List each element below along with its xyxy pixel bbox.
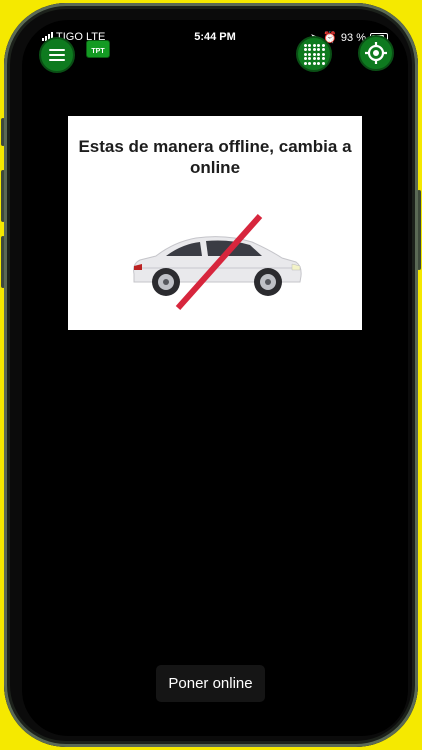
offline-notice-card: Estas de manera offline, cambia a online [68,116,362,330]
tpt-badge-label: TPT [91,48,105,55]
app-screen: TIGO LTE 5:44 PM ➤ ⏰ 93 % TPT [22,20,408,736]
tpt-badge: TPT [86,40,110,58]
dot-grid-button[interactable] [296,36,332,72]
menu-button[interactable] [39,37,75,73]
car-crossed-out-icon [133,214,302,310]
go-online-button[interactable]: Poner online [156,665,265,702]
phone-frame: TIGO LTE 5:44 PM ➤ ⏰ 93 % TPT [4,3,418,747]
offline-message: Estas de manera offline, cambia a online [78,137,352,177]
locate-button[interactable] [358,35,394,71]
menu-icon [49,49,65,61]
status-bar: TIGO LTE 5:44 PM ➤ ⏰ 93 % [22,30,408,46]
dot-grid-icon [303,43,325,65]
crosshair-locate-icon [365,42,387,64]
